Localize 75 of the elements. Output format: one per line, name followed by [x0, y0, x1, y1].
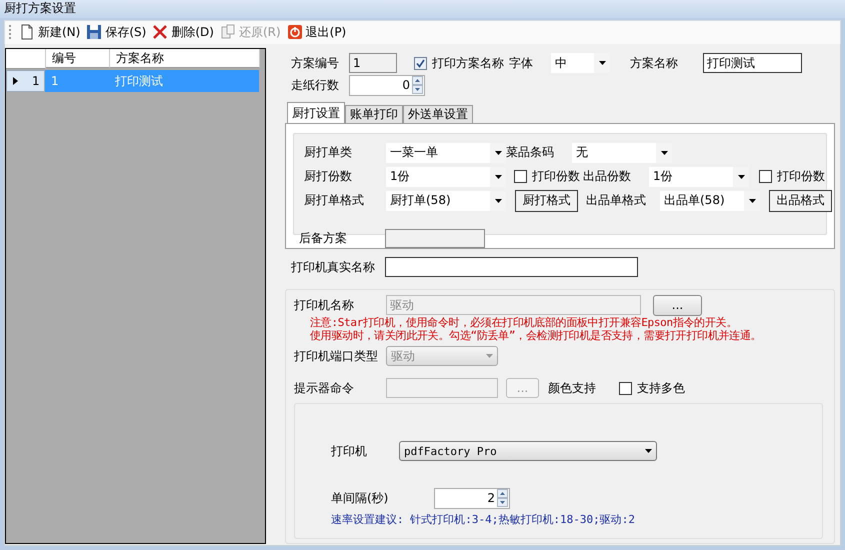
input-field[interactable] [385, 257, 638, 277]
field-label: 后备方案 [299, 230, 348, 246]
spinner-arrows-icon [497, 489, 508, 507]
column-header[interactable]: 方案名称 [110, 49, 260, 68]
field-label: 出品单格式 [586, 192, 647, 209]
table-cell: 打印测试 [109, 70, 259, 92]
checkbox-label: 支持多色 [637, 380, 685, 396]
field-label: 单间隔(秒) [331, 490, 390, 506]
row-number: 1 [32, 74, 40, 88]
field-label: 字体 [509, 54, 534, 72]
warning-text: 注意:Star打印机，使用命令时，必须在打印机底部的面板中打开兼容Epson指令的开关。 使用驱动时，请关闭此开关。勾选“防丢单”，会检测打印机是否支持，需要打开打印机并连通。 [310, 316, 762, 342]
dropdown[interactable]: 1份 [386, 166, 506, 186]
column-header[interactable]: 编号 [46, 49, 110, 68]
field-label: 颜色支持 [548, 380, 596, 396]
field-label: 方案编号 [290, 54, 340, 72]
caret-icon [494, 150, 502, 154]
row-pointer-icon [13, 77, 18, 85]
button[interactable]: 出品格式 [769, 190, 832, 212]
input-field[interactable]: 1 [349, 53, 397, 73]
caret-icon [748, 198, 756, 202]
table-row[interactable]: 1 1 打印测试 [6, 70, 265, 92]
dropdown[interactable]: 出品单(58) [660, 190, 760, 210]
caret-icon [598, 61, 606, 65]
field-label: 出品份数 [583, 168, 632, 185]
checkbox[interactable] [759, 170, 772, 183]
document-icon [19, 24, 35, 40]
checkbox-label: 打印份数 [777, 168, 825, 185]
checkbox-label: 打印份数 [532, 168, 580, 185]
caret-icon [644, 449, 652, 453]
number-field[interactable]: 0 [349, 74, 425, 96]
power-icon [286, 24, 303, 40]
field-label: 走纸行数 [290, 76, 340, 94]
caret-icon [494, 174, 502, 178]
toolbar-button[interactable]: 删除(D) [152, 22, 214, 42]
dropdown[interactable]: 中 [551, 53, 610, 73]
field-label: 打印机真实名称 [291, 258, 376, 276]
input-field[interactable] [385, 228, 485, 248]
tab[interactable]: 账单打印 [345, 105, 403, 123]
close-icon [152, 24, 168, 40]
field-label: 提示器命令 [294, 380, 355, 396]
field-label: 厨打单格式 [304, 192, 365, 209]
toolbar-button[interactable]: 保存(S) [86, 22, 146, 42]
caret-icon [486, 354, 492, 358]
spinner-arrows-icon [412, 76, 423, 94]
caret-icon [494, 198, 502, 202]
number-field[interactable]: 2 [434, 488, 510, 508]
field-label: 打印机名称 [294, 296, 355, 314]
toolbar-button[interactable]: 退出(P) [286, 22, 346, 42]
field-label: 打印机端口类型 [294, 348, 379, 364]
documents-icon [220, 24, 236, 40]
caret-icon [738, 174, 744, 178]
dropdown[interactable]: 无 [572, 142, 672, 162]
tab[interactable]: 外送单设置 [403, 105, 473, 123]
field-label: 打印机 [331, 442, 368, 460]
dropdown[interactable]: 1份 [649, 166, 749, 186]
dropdown[interactable]: 一菜一单 [386, 142, 506, 162]
caret-icon [660, 150, 668, 154]
checkbox[interactable] [619, 382, 632, 394]
field-label: 方案名称 [630, 54, 679, 72]
header-corner [6, 49, 46, 69]
table-cell: 1 [45, 70, 109, 92]
checkbox-label: 打印方案名称 [432, 54, 504, 72]
field-label: 厨打单类 [304, 144, 353, 161]
checkbox[interactable] [414, 56, 427, 70]
field-label: 菜品条码 [506, 144, 555, 161]
field-label: 厨打份数 [304, 168, 353, 185]
tab[interactable]: 厨打设置 [287, 102, 345, 123]
input-field[interactable]: 打印测试 [703, 53, 802, 73]
toolbar-button[interactable]: 新建(N) [19, 22, 80, 42]
hint-text: 速率设置建议: 针式打印机:3-4;热敏打印机:18-30;驱动:2 [331, 512, 636, 527]
dropdown[interactable]: 厨打单(58) [386, 190, 506, 210]
dropdown[interactable]: pdfFactory Pro [399, 441, 657, 461]
button[interactable]: 厨打格式 [515, 190, 578, 212]
window-title: 厨打方案设置 [4, 0, 76, 18]
checkbox[interactable] [514, 170, 527, 183]
